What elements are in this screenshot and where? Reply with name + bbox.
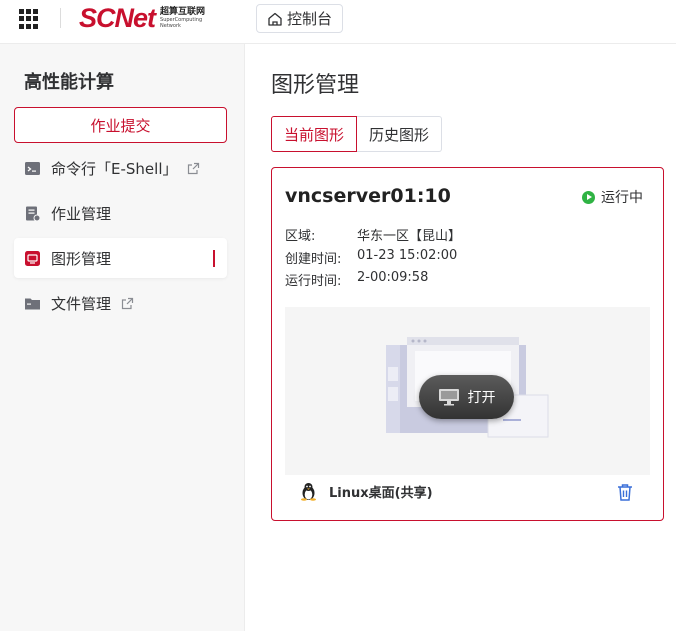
external-link-icon — [187, 162, 200, 175]
open-button[interactable]: 打开 — [419, 375, 514, 419]
created-value: 01-23 15:02:00 — [357, 248, 458, 263]
sidebar-item-label: 作业管理 — [51, 204, 112, 223]
home-icon — [268, 12, 282, 26]
runtime-key: 运行时间: — [285, 274, 342, 289]
sidebar: 高性能计算 作业提交 命令行「E-Shell」 作业管理 图形管理 文件管理 — [0, 44, 245, 631]
created-key: 创建时间: — [285, 252, 342, 267]
job-list-icon — [24, 205, 41, 222]
sidebar-item-jobs[interactable]: 作业管理 — [14, 193, 227, 233]
logo-sub-en-1: SuperComputing — [160, 16, 203, 23]
job-submit-button[interactable]: 作业提交 — [14, 107, 227, 143]
open-label: 打开 — [467, 390, 496, 406]
sidebar-item-label: 图形管理 — [51, 249, 112, 268]
region-key: 区域: — [285, 229, 316, 244]
sidebar-item-graphics[interactable]: 图形管理 — [14, 238, 227, 278]
linux-penguin-icon — [301, 483, 316, 501]
page-title: 图形管理 — [271, 73, 360, 98]
folder-icon — [24, 295, 41, 312]
logo-sub-cn: 超算互联网 — [160, 6, 206, 17]
graphics-tabs: 当前图形 历史图形 — [271, 116, 443, 152]
session-card: vncserver01:10 运行中 区域: 华东一区【昆山】 创建时间: 01… — [271, 167, 664, 521]
tab-history[interactable]: 历史图形 — [357, 116, 443, 152]
main-content: 图形管理 当前图形 历史图形 vncserver01:10 运行中 区域: 华东… — [246, 44, 676, 631]
logo-sub-en-2: Network — [160, 22, 181, 29]
external-link-icon — [121, 297, 134, 310]
sidebar-item-files[interactable]: 文件管理 — [14, 283, 227, 323]
sidebar-item-eshell[interactable]: 命令行「E-Shell」 — [14, 148, 227, 188]
graphics-icon — [24, 250, 41, 267]
info-region: 区域: 华东一区【昆山】 — [285, 225, 461, 244]
status-text: 运行中 — [601, 190, 643, 206]
scnet-logo[interactable]: SCNet 超算互联网 SuperComputing Network — [79, 3, 205, 33]
console-button[interactable]: 控制台 — [256, 4, 343, 33]
os-info: Linux桌面(共享) — [300, 482, 433, 501]
top-bar: SCNet 超算互联网 SuperComputing Network 控制台 — [0, 0, 676, 44]
info-runtime: 运行时间: 2-00:09:58 — [285, 270, 428, 289]
os-label: Linux桌面(共享) — [329, 486, 433, 501]
tab-current[interactable]: 当前图形 — [271, 116, 358, 152]
sidebar-title: 高性能计算 — [24, 72, 114, 93]
trash-icon — [618, 484, 632, 501]
sidebar-item-label: 命令行「E-Shell」 — [51, 159, 178, 178]
logo-main-text: SCNet — [79, 2, 156, 33]
desktop-preview: 打开 — [285, 307, 650, 475]
monitor-icon — [438, 389, 459, 406]
console-label: 控制台 — [287, 10, 333, 28]
apps-grid-icon[interactable] — [19, 9, 39, 29]
terminal-icon — [24, 160, 41, 177]
sidebar-item-label: 文件管理 — [51, 294, 112, 313]
status-badge: 运行中 — [582, 187, 643, 207]
running-icon — [582, 190, 595, 204]
active-indicator — [213, 250, 215, 267]
region-value: 华东一区【昆山】 — [357, 229, 462, 244]
runtime-value: 2-00:09:58 — [357, 270, 429, 285]
session-name: vncserver01:10 — [285, 185, 451, 207]
divider — [60, 8, 61, 28]
delete-button[interactable] — [615, 482, 635, 502]
info-created: 创建时间: 01-23 15:02:00 — [285, 248, 457, 267]
